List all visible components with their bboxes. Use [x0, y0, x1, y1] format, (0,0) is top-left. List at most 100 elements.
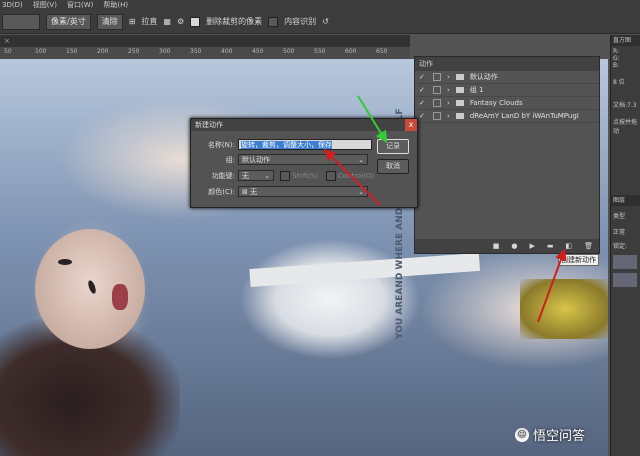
ruler-tick: 50 [4, 48, 12, 55]
layer-thumbnail[interactable] [613, 255, 637, 269]
dialog-title: 新建动作 [195, 121, 223, 129]
ruler-tick: 500 [283, 48, 295, 55]
ratio-field[interactable] [2, 13, 40, 30]
menu-help[interactable]: 帮助(H) [103, 0, 128, 10]
dialog-toggle-box[interactable] [433, 99, 441, 107]
record-button[interactable]: 记录 [377, 139, 409, 154]
control-checkbox[interactable] [325, 170, 336, 181]
shift-checkbox[interactable] [280, 170, 290, 181]
info-click: 点按并拖动 [613, 119, 638, 135]
menu-bar: 3D(D) 视图(V) 窗口(W) 帮助(H) [0, 0, 640, 10]
ruler-tick: 550 [314, 48, 326, 55]
check-icon[interactable]: ✓ [419, 99, 427, 107]
stop-icon[interactable]: ■ [493, 242, 500, 250]
lips [112, 284, 128, 310]
info-b: B: [613, 62, 620, 69]
document-tab[interactable]: × [0, 35, 410, 47]
delete-cropped-checkbox[interactable] [190, 16, 201, 27]
ruler-tick: 100 [35, 48, 47, 55]
clear-button[interactable]: 清除 [96, 13, 123, 30]
group-row: 组: 默认动作 ⌄ [191, 154, 368, 165]
action-row[interactable]: ✓ › dReAmY LanD bY iWAnTuMPugI [415, 110, 599, 123]
group-label: 组: [225, 155, 235, 164]
control-label: Control(O) [337, 171, 375, 180]
color-row: 颜色(C): ⊠ 无 ⌄ [191, 186, 368, 197]
options-bar: 像素/英寸 清除 ⊞ 拉直 ▦ ⚙ 删除裁剪的像素 内容识别 ↺ [0, 10, 640, 34]
close-icon[interactable]: x [405, 119, 417, 131]
gear-icon[interactable]: ⚙ [177, 17, 184, 26]
kind-filter[interactable]: 类型 [611, 211, 625, 220]
ruler-tick: 600 [345, 48, 357, 55]
info-doc: 文档:7.3 [613, 102, 637, 109]
play-icon[interactable]: ▶ [529, 242, 534, 250]
fkey-select[interactable]: 无 ⌄ [238, 170, 274, 181]
ruler-tick: 150 [66, 48, 78, 55]
check-icon[interactable]: ✓ [419, 73, 427, 81]
content-aware-checkbox[interactable] [268, 16, 279, 27]
action-row[interactable]: ✓ › 默认动作 [415, 71, 599, 84]
new-action-icon[interactable]: ◧ [565, 242, 572, 250]
tab-close-icon[interactable]: × [4, 37, 10, 45]
check-icon[interactable]: ✓ [419, 86, 427, 94]
menu-window[interactable]: 窗口(W) [67, 0, 93, 10]
chat-icon: ☺ [515, 427, 529, 442]
straighten-label[interactable]: 拉直 [141, 16, 157, 27]
chevron-right-icon[interactable]: › [447, 73, 450, 81]
ruler-tick: 250 [128, 48, 140, 55]
color-select[interactable]: ⊠ 无 ⌄ [238, 186, 368, 197]
name-row: 名称(N): 旋转，裁剪，调整大小，保存 [191, 139, 372, 150]
straighten-icon[interactable]: ⊞ [129, 17, 136, 26]
record-icon[interactable]: ● [511, 242, 517, 250]
layer-thumbnail[interactable] [613, 273, 637, 287]
grid-icon[interactable]: ▦ [163, 17, 171, 26]
dialog-title-bar: 新建动作 x [191, 119, 417, 131]
eye-left [58, 259, 72, 265]
color-value: 无 [250, 188, 258, 196]
waistband [249, 252, 481, 287]
chevron-right-icon[interactable]: › [447, 112, 450, 120]
action-label: Fantasy Clouds [469, 99, 523, 107]
chevron-down-icon: ⌄ [358, 156, 364, 164]
folder-icon [455, 74, 464, 80]
histogram-tab[interactable]: 直方图 [611, 35, 640, 46]
dialog-toggle-box[interactable] [433, 73, 441, 81]
dialog-toggle-box[interactable] [433, 86, 441, 94]
group-select[interactable]: 默认动作 ⌄ [238, 154, 368, 165]
delete-cropped-label: 删除裁剪的像素 [206, 17, 263, 26]
blend-mode[interactable]: 正常 [611, 227, 625, 236]
chevron-right-icon[interactable]: › [447, 99, 450, 107]
name-field[interactable]: 旋转，裁剪，调整大小，保存 [238, 139, 372, 150]
check-icon[interactable]: ✓ [419, 112, 427, 120]
trash-icon[interactable]: 🗑 [584, 242, 593, 250]
group-value: 默认动作 [242, 156, 270, 164]
fkey-label: 功能键: [211, 171, 235, 180]
menu-view[interactable]: 视图(V) [33, 0, 57, 10]
chevron-down-icon: ⌄ [358, 188, 364, 196]
dialog-toggle-box[interactable] [433, 112, 441, 120]
chevron-down-icon: ⌄ [264, 172, 270, 180]
ruler-tick: 450 [252, 48, 264, 55]
folder-icon [455, 100, 464, 106]
yellow-fabric [520, 279, 608, 339]
action-label: 默认动作 [469, 73, 498, 81]
action-row[interactable]: ✓ › Fantasy Clouds [415, 97, 599, 110]
ruler-tick: 300 [159, 48, 171, 55]
action-row[interactable]: ✓ › 组 1 [415, 84, 599, 97]
color-none-icon: ⊠ [242, 188, 251, 196]
actions-panel-title: 动作 [415, 57, 599, 71]
folder-icon [455, 113, 464, 119]
reset-icon[interactable]: ↺ [322, 17, 329, 26]
cancel-button[interactable]: 取消 [377, 159, 409, 174]
menu-3d[interactable]: 3D(D) [2, 1, 23, 9]
new-action-dialog: 新建动作 x 名称(N): 旋转，裁剪，调整大小，保存 组: 默认动作 ⌄ 功能键… [190, 118, 418, 208]
layers-tab[interactable]: 图层 [611, 195, 640, 206]
actions-footer: ■ ● ▶ ▬ ◧ 🗑 [415, 239, 599, 253]
tooltip: 创建新动作 [558, 254, 599, 266]
chevron-right-icon[interactable]: › [447, 86, 450, 94]
name-label: 名称(N): [207, 140, 235, 149]
info-bit: 8 位 [613, 79, 625, 86]
watermark-text: 悟空问答 [533, 429, 586, 444]
unit-select[interactable]: 像素/英寸 [46, 13, 91, 30]
info-g: G: [613, 55, 620, 62]
new-set-icon[interactable]: ▬ [547, 242, 554, 250]
